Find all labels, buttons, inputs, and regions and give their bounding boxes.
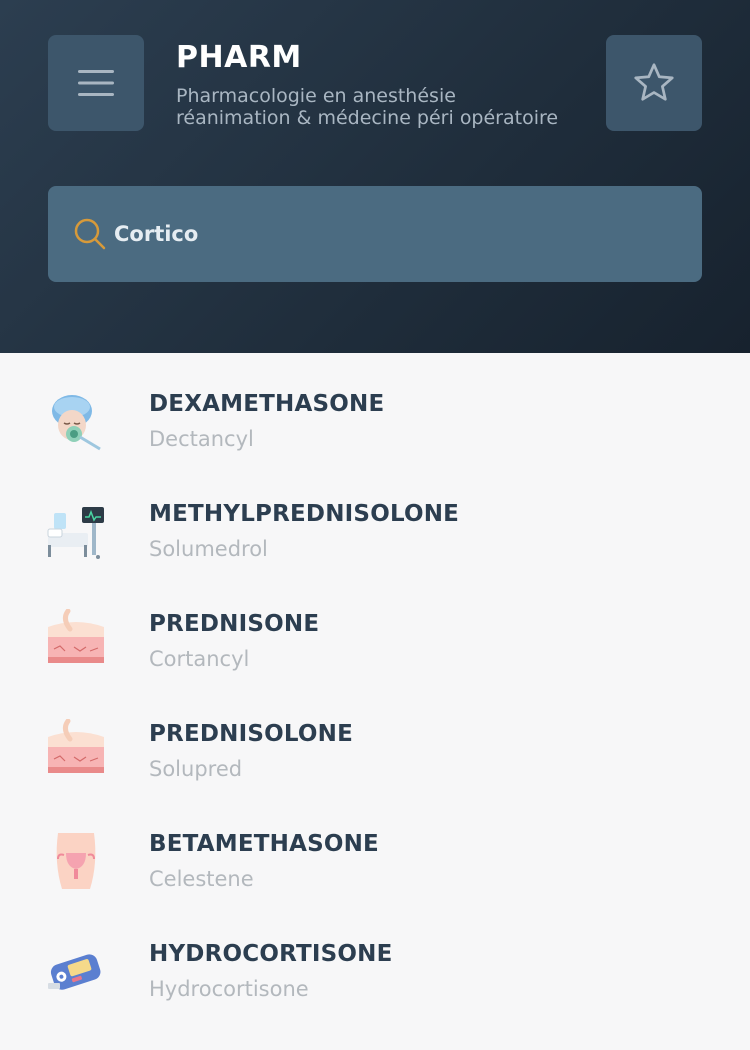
drug-brand: Solumedrol bbox=[149, 537, 268, 561]
list-item[interactable]: PREDNISOLONE Solupred bbox=[0, 683, 750, 793]
drug-brand: Cortancyl bbox=[149, 647, 250, 671]
list-item[interactable]: DEXAMETHASONE Dectancyl bbox=[0, 353, 750, 463]
glucometer-icon bbox=[48, 954, 101, 990]
list-item[interactable]: HYDROCORTISONE Hydrocortisone bbox=[0, 903, 750, 1013]
drug-name: DEXAMETHASONE bbox=[149, 391, 385, 417]
drug-brand: Solupred bbox=[149, 757, 243, 781]
app-subtitle: Pharmacologie en anesthésie réanimation … bbox=[176, 85, 596, 129]
drug-name: METHYLPREDNISOLONE bbox=[149, 501, 460, 527]
hamburger-icon bbox=[78, 70, 114, 96]
subtitle-line-2: réanimation & médecine péri opératoire bbox=[176, 107, 559, 129]
drug-brand: Dectancyl bbox=[149, 427, 254, 451]
menu-button[interactable] bbox=[48, 35, 144, 131]
list-item[interactable]: PREDNISONE Cortancyl bbox=[0, 573, 750, 683]
drug-name: BETAMETHASONE bbox=[149, 831, 379, 857]
list-item[interactable]: METHYLPREDNISOLONE Solumedrol bbox=[0, 463, 750, 573]
subtitle-line-1: Pharmacologie en anesthésie bbox=[176, 85, 456, 107]
drug-name: HYDROCORTISONE bbox=[149, 941, 393, 967]
search-field[interactable]: Cortico bbox=[48, 186, 702, 282]
drug-brand: Celestene bbox=[149, 867, 254, 891]
search-input-value[interactable]: Cortico bbox=[114, 222, 198, 246]
app-header: PHARM Pharmacologie en anesthésie réanim… bbox=[0, 0, 750, 353]
patient-mask-icon bbox=[52, 395, 101, 451]
drug-name: PREDNISOLONE bbox=[149, 721, 354, 747]
favorites-button[interactable] bbox=[606, 35, 702, 131]
uterus-icon bbox=[56, 833, 96, 889]
app-title: PHARM bbox=[176, 40, 302, 75]
drug-brand: Hydrocortisone bbox=[149, 977, 309, 1001]
skin-layer-icon bbox=[48, 719, 104, 773]
list-item[interactable]: BETAMETHASONE Celestene bbox=[0, 793, 750, 903]
star-icon bbox=[634, 63, 674, 101]
drug-list: DEXAMETHASONE Dectancyl METHYLPREDNISOLO… bbox=[0, 353, 750, 1013]
skin-layer-icon bbox=[48, 609, 104, 663]
search-icon bbox=[72, 216, 108, 252]
hospital-bed-icon bbox=[47, 507, 104, 559]
drug-name: PREDNISONE bbox=[149, 611, 320, 637]
